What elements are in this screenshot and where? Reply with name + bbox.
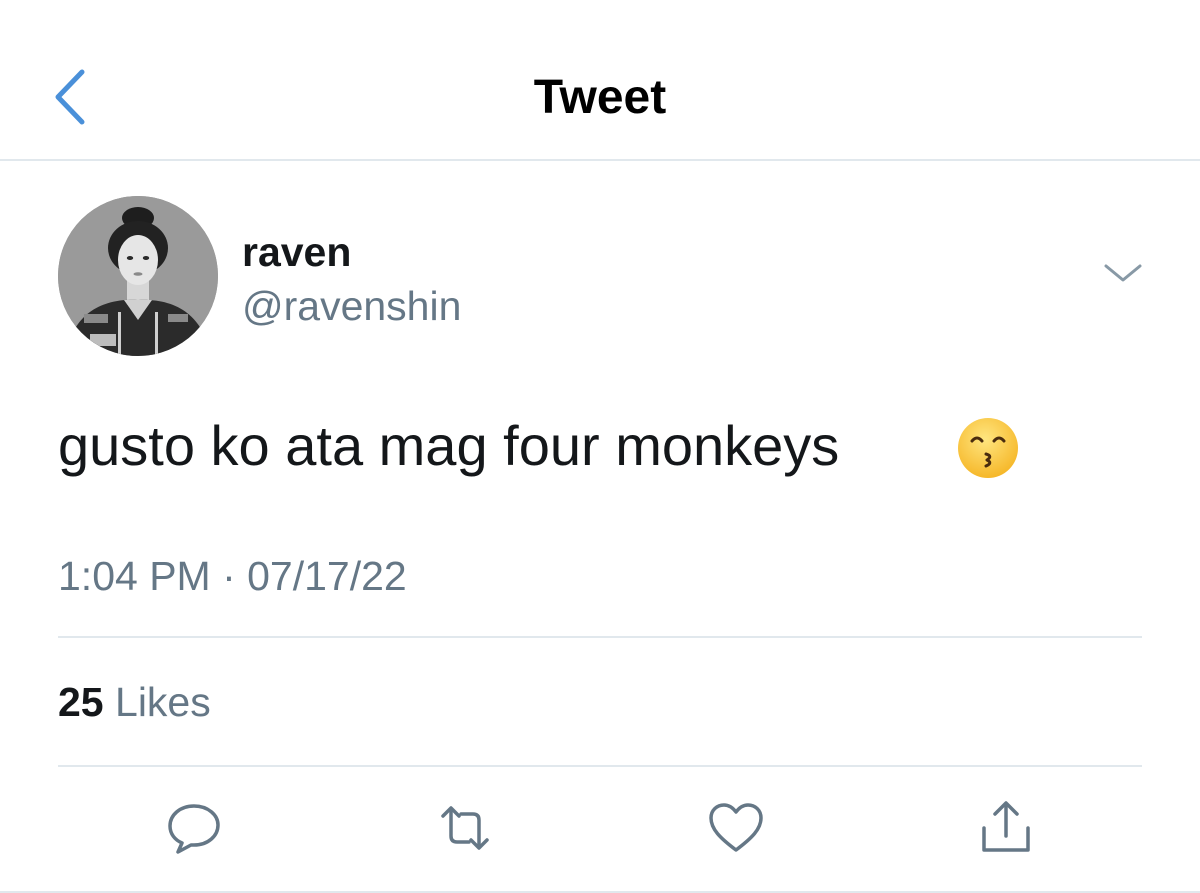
kissing-smiling-eyes-emoji — [956, 416, 1020, 480]
reply-button[interactable] — [164, 798, 224, 858]
display-name[interactable]: raven — [242, 228, 351, 276]
page-title: Tweet — [533, 71, 667, 124]
avatar[interactable] — [58, 196, 218, 356]
share-button[interactable] — [976, 798, 1036, 858]
avatar-image — [58, 196, 218, 356]
tweet-text: gusto ko ata mag four monkeys — [58, 414, 840, 477]
likes-count-link[interactable]: 25 Likes — [58, 678, 211, 726]
divider — [58, 765, 1142, 767]
like-button[interactable] — [706, 798, 766, 858]
divider — [58, 636, 1142, 638]
heart-icon — [709, 803, 763, 852]
more-options-button[interactable] — [1100, 258, 1146, 288]
share-icon — [982, 801, 1030, 852]
nav-bar: Tweet — [0, 0, 1200, 161]
likes-label: Likes — [115, 679, 211, 725]
retweet-icon — [441, 806, 489, 850]
kissing-face-icon — [958, 418, 1018, 478]
retweet-button[interactable] — [435, 798, 495, 858]
chevron-down-icon — [1104, 264, 1142, 282]
user-handle[interactable]: @ravenshin — [242, 282, 461, 330]
speech-bubble-icon — [168, 804, 220, 854]
tweet-timestamp: 1:04 PM · 07/17/22 — [58, 553, 407, 599]
likes-count: 25 — [58, 679, 104, 725]
